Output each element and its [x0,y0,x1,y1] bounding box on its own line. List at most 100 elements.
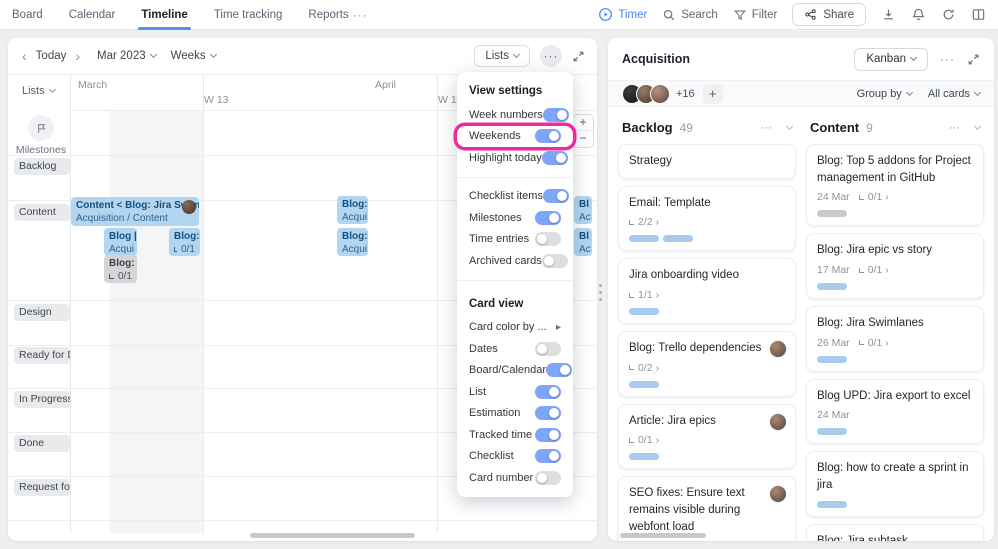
timeline-card[interactable]: Content < Blog: Jira Swimlar Acquisition… [71,197,199,226]
chevron-down-icon[interactable] [973,122,982,130]
expand-icon[interactable] [967,53,980,66]
split-view-icon[interactable] [971,7,986,22]
toggle-switch[interactable] [535,427,561,442]
view-settings-item[interactable]: Card color by ... ▸ [457,317,573,339]
toggle-switch[interactable] [535,406,561,421]
add-member-button[interactable]: + [702,83,723,104]
list-row-label[interactable]: Ready for D... [14,347,70,364]
timeline-card[interactable]: Blog: 0/1 [104,255,137,283]
timer-button[interactable]: Timer [598,7,647,22]
timeline-card[interactable]: Blog: Acqui [337,228,368,256]
nav-tab[interactable]: Board [12,0,43,30]
board-card[interactable]: SEO fixes: Ensure text remains visible d… [618,476,796,541]
board-card[interactable]: Blog: Trello dependencies 0/2 › [618,331,796,397]
toggle-switch[interactable] [541,150,568,165]
download-icon[interactable] [881,7,896,22]
bell-icon[interactable] [911,7,926,22]
nav-tab[interactable]: Reports [308,0,348,30]
view-settings-item[interactable]: Milestones [457,207,573,229]
board-card[interactable]: Blog: Jira Swimlanes 26 Mar 0/1 › [806,306,984,372]
view-settings-item[interactable]: Checklist ▸ [457,446,573,468]
toggle-switch[interactable] [535,232,561,247]
chevron-down-icon[interactable] [785,122,794,130]
toggle-switch[interactable] [535,129,561,144]
board-more-button[interactable]: ··· [940,52,955,66]
toggle-switch[interactable] [535,449,561,464]
nav-tab[interactable]: Timeline [138,0,192,30]
toggle-switch[interactable] [546,363,573,378]
view-settings-item[interactable]: Tracked time ▸ [457,424,573,446]
panel-resize-handle[interactable] [599,284,602,301]
list-row-label[interactable]: In Progress [14,391,70,408]
toggle-switch[interactable] [535,470,561,485]
prev-period-button[interactable]: ‹ [22,49,27,63]
list-row-label[interactable]: Backlog [14,158,70,175]
board-card[interactable]: Blog: Jira epic vs story 17 Mar 0/1 › [806,233,984,300]
group-by-dropdown[interactable]: Group by [856,87,913,100]
board-card[interactable]: Strategy › [618,144,796,179]
timeline-card[interactable]: Blog | Acqui [104,228,137,256]
view-settings-content-group: Checklist items Milestones Time entries … [457,186,573,272]
grid-lists-dropdown[interactable]: Lists [22,85,56,97]
lists-dropdown-button[interactable]: Lists [474,45,530,67]
milestones-flag-button[interactable] [28,115,54,141]
period-dropdown[interactable]: Mar 2023 [97,50,157,62]
timeline-card[interactable]: Blog: Acqui [337,196,368,224]
timeline-card[interactable]: Bl Ac [574,196,592,224]
search-button[interactable]: Search [662,8,718,22]
view-settings-item[interactable]: Weekends [457,126,573,148]
nav-tab[interactable]: Time tracking [214,0,283,30]
zoom-out-button[interactable]: − [573,131,593,147]
list-row-label[interactable]: Done [14,435,70,452]
today-button[interactable]: Today [36,50,67,62]
board-view-dropdown[interactable]: Kanban [854,47,928,71]
search-icon [662,8,676,22]
timeline-more-button[interactable]: ··· [540,45,562,67]
column-more-button[interactable]: ··· [949,122,960,134]
expand-icon[interactable] [572,50,585,63]
group-by-label: Group by [856,87,902,100]
timeline-card[interactable]: Bl Ac [574,228,592,256]
column-more-button[interactable]: ··· [761,122,772,134]
board-card[interactable]: Blog UPD: Jira export to excel 24 Mar › [806,378,984,445]
cards-filter-dropdown[interactable]: All cards [928,88,982,100]
board-card[interactable]: Jira onboarding video 1/1 › [618,258,796,325]
toggle-switch[interactable] [535,384,561,399]
horizontal-scrollbar[interactable] [620,533,706,538]
board-card[interactable]: Blog: Jira subtask 31 Mar › [806,523,984,541]
filter-button[interactable]: Filter [733,8,777,22]
toggle-switch[interactable] [542,189,569,204]
board-card[interactable]: Email: Template 2/2 › [618,185,796,252]
board-card[interactable]: Blog: how to create a sprint in jira › [806,451,984,517]
list-row-label[interactable]: Request for... [14,479,70,496]
view-settings-item[interactable]: List ▸ [457,381,573,403]
view-settings-item[interactable]: Dates ▸ [457,338,573,360]
view-settings-item[interactable]: Board/Calendar ▸ [457,360,573,382]
share-button[interactable]: Share [792,3,866,26]
zoom-in-button[interactable]: + [573,115,593,131]
view-settings-item[interactable]: Week numbers [457,104,573,126]
board-card[interactable]: Article: Jira epics 0/1 › [618,403,796,470]
view-settings-item[interactable]: Card number ▸ [457,467,573,489]
more-members-badge[interactable]: +16 [676,88,695,100]
nav-tab[interactable]: Calendar [69,0,116,30]
view-settings-item[interactable]: Estimation ▸ [457,403,573,425]
horizontal-scrollbar[interactable] [250,533,415,538]
nav-overflow-icon[interactable]: ··· [353,8,368,22]
list-row-label[interactable]: Design [14,304,70,321]
toggle-switch[interactable] [535,210,561,225]
timeline-card[interactable]: Blog: 0/1 [169,228,200,256]
list-row-label[interactable]: Content [14,204,70,221]
view-settings-item[interactable]: Archived cards [457,250,573,272]
board-card[interactable]: Blog: Top 5 addons for Project managemen… [806,144,984,227]
toggle-switch[interactable] [541,253,568,268]
view-settings-item[interactable]: Highlight today [457,147,573,169]
view-settings-item[interactable]: Time entries [457,229,573,251]
toggle-switch[interactable] [542,107,569,122]
scale-dropdown[interactable]: Weeks [171,50,217,62]
view-settings-item[interactable]: Checklist items [457,186,573,208]
refresh-icon[interactable] [941,7,956,22]
member-avatars[interactable] [622,83,670,104]
next-period-button[interactable]: › [75,49,80,63]
toggle-switch[interactable] [535,341,561,356]
